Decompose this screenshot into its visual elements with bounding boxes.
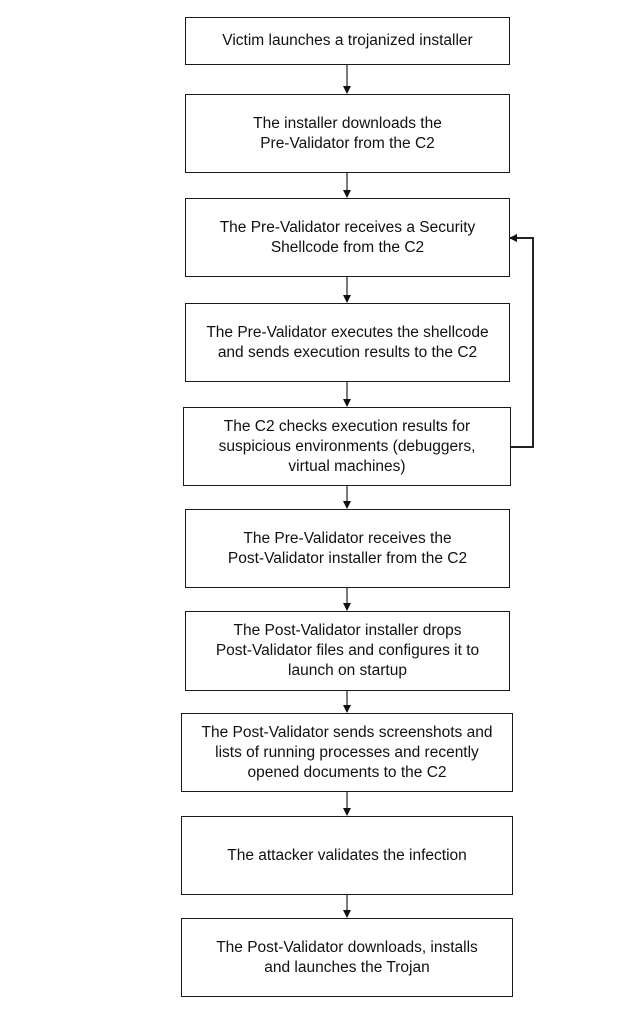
step-10: The Post-Validator downloads, installs a…	[181, 918, 513, 997]
step-5: The C2 checks execution results for susp…	[183, 407, 511, 486]
step-4: The Pre-Validator executes the shellcode…	[185, 303, 510, 382]
step-2: The installer downloads the Pre-Validato…	[185, 94, 510, 173]
step-8: The Post-Validator sends screenshots and…	[181, 713, 513, 792]
step-7: The Post-Validator installer drops Post-…	[185, 611, 510, 691]
step-1: Victim launches a trojanized installer	[185, 17, 510, 65]
step-3: The Pre-Validator receives a Security Sh…	[185, 198, 510, 277]
step-9: The attacker validates the infection	[181, 816, 513, 895]
arrow-loop-s5-s3	[509, 234, 534, 448]
step-6: The Pre-Validator receives the Post-Vali…	[185, 509, 510, 588]
